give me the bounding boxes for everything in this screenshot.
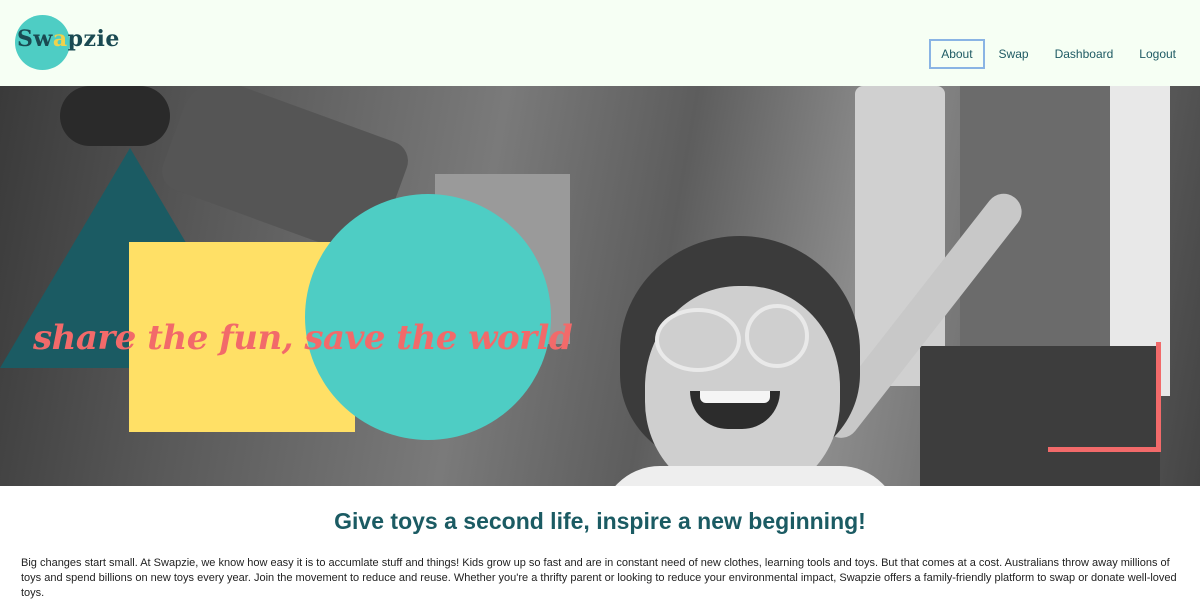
decor-corner-horizontal bbox=[1048, 447, 1161, 452]
site-header: Swapzie About Swap Dashboard Logout bbox=[0, 0, 1200, 86]
logo-text-accent: a bbox=[52, 26, 68, 52]
hero-photo-shelf bbox=[920, 346, 1160, 486]
logo-text[interactable]: Swapzie bbox=[17, 26, 120, 52]
decor-corner-vertical bbox=[1156, 342, 1161, 452]
logo-text-part: Sw bbox=[17, 26, 53, 52]
nav-logout-link[interactable]: Logout bbox=[1127, 39, 1188, 69]
hero-photo-body bbox=[600, 466, 900, 486]
main-nav: About Swap Dashboard Logout bbox=[929, 39, 1188, 69]
hero-photo-glasses bbox=[745, 304, 809, 368]
hero-photo-teeth bbox=[700, 391, 770, 403]
page-headline: Give toys a second life, inspire a new b… bbox=[334, 508, 866, 534]
hero-photo-toy-wheel bbox=[60, 86, 170, 146]
nav-dashboard-link[interactable]: Dashboard bbox=[1043, 39, 1126, 69]
hero-tagline: share the fun, save the world bbox=[33, 318, 573, 358]
nav-about-link[interactable]: About bbox=[929, 39, 985, 69]
hero-photo-glasses bbox=[655, 308, 741, 372]
logo-text-part: pzie bbox=[67, 26, 120, 52]
intro-paragraph: Big changes start small. At Swapzie, we … bbox=[21, 557, 1177, 599]
decor-circle bbox=[305, 194, 551, 440]
nav-swap-link[interactable]: Swap bbox=[987, 39, 1041, 69]
hero-banner: share the fun, save the world bbox=[0, 86, 1200, 486]
